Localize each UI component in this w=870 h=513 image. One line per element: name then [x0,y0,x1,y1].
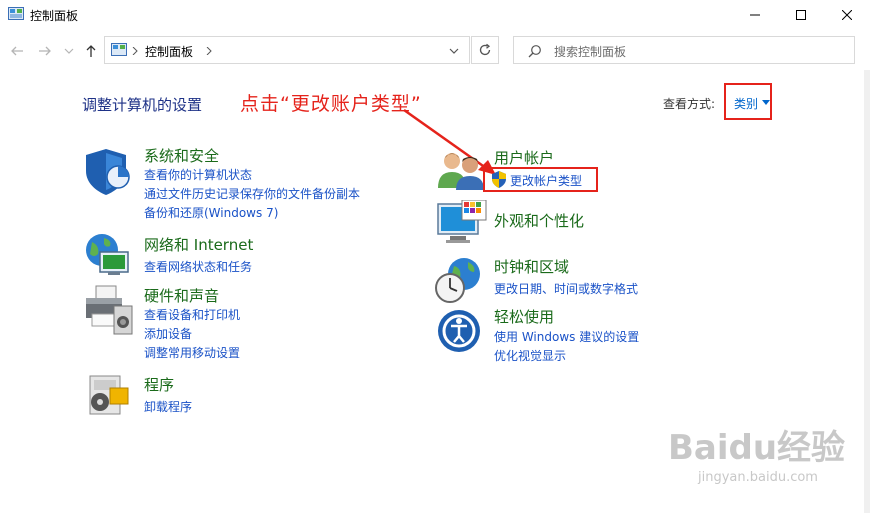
forward-button[interactable] [34,40,56,62]
close-icon [842,10,852,20]
maximize-button[interactable] [778,0,824,30]
close-button[interactable] [824,0,870,30]
link-file-history-backup[interactable]: 通过文件历史记录保存你的文件备份副本 [144,185,360,202]
link-network-status[interactable]: 查看网络状态和任务 [144,258,252,275]
control-panel-icon [111,43,127,56]
recent-locations-button[interactable] [58,40,80,62]
chevron-down-icon [762,100,770,105]
view-by-value: 类别 [734,97,759,111]
address-bar[interactable]: 控制面板 [104,36,470,64]
right-edge [864,70,870,513]
monitor-icon [437,200,487,243]
up-button[interactable] [80,40,102,62]
category-system-security[interactable]: 系统和安全 [144,145,219,166]
up-arrow-icon [86,45,96,57]
link-backup-restore[interactable]: 备份和还原(Windows 7) [144,204,278,221]
control-panel-icon [8,7,24,20]
back-arrow-icon [11,46,23,56]
minimize-icon [750,14,760,16]
chevron-down-icon [64,48,74,54]
link-optimize-visual-display[interactable]: 优化视觉显示 [494,347,566,364]
link-devices-printers[interactable]: 查看设备和打印机 [144,306,240,323]
uac-shield-icon [492,171,506,188]
watermark-url: jingyan.baidu.com [698,470,818,485]
ease-of-access-icon [438,310,480,352]
programs-icon [89,375,129,415]
link-windows-recommended-settings[interactable]: 使用 Windows 建议的设置 [494,328,639,345]
annotation-text: 点击“更改账户类型” [240,93,422,115]
title-bar: 控制面板 [0,0,870,30]
back-button[interactable] [6,40,28,62]
network-icon [86,234,129,275]
category-clock-region[interactable]: 时钟和区域 [494,256,569,277]
search-placeholder: 搜索控制面板 [554,45,627,59]
view-by-label: 查看方式: [663,97,716,111]
link-add-device[interactable]: 添加设备 [144,325,192,342]
printer-icon [86,285,133,335]
refresh-button[interactable] [471,36,499,64]
link-mobility-settings[interactable]: 调整常用移动设置 [144,344,240,361]
category-network-internet[interactable]: 网络和 Internet [144,234,253,255]
link-date-time-number-format[interactable]: 更改日期、时间或数字格式 [494,280,638,297]
search-icon [528,45,541,58]
maximize-icon [796,10,806,20]
category-user-accounts[interactable]: 用户帐户 [494,147,554,168]
view-by-dropdown[interactable]: 类别 [724,83,772,120]
category-appearance-personalization[interactable]: 外观和个性化 [494,210,584,231]
refresh-icon [479,43,491,56]
category-hardware-sound[interactable]: 硬件和声音 [144,285,219,306]
link-change-account-type[interactable]: 更改帐户类型 [510,172,582,189]
chevron-right-icon [206,47,212,55]
page-title: 调整计算机的设置 [82,96,203,114]
shield-icon [86,149,130,195]
search-input[interactable]: 搜索控制面板 [513,36,855,64]
link-view-computer-status[interactable]: 查看你的计算机状态 [144,166,252,183]
window-title: 控制面板 [30,9,79,23]
clock-globe-icon [435,258,480,303]
watermark: Baidu经验 [668,428,846,468]
chevron-down-icon[interactable] [449,47,459,55]
forward-arrow-icon [39,46,51,56]
address-text: 控制面板 [145,45,194,59]
users-icon [438,153,484,190]
chevron-right-icon [132,47,138,55]
link-uninstall-program[interactable]: 卸载程序 [144,398,192,415]
category-ease-of-access[interactable]: 轻松使用 [494,306,554,327]
minimize-button[interactable] [732,0,778,30]
category-programs[interactable]: 程序 [144,374,174,395]
